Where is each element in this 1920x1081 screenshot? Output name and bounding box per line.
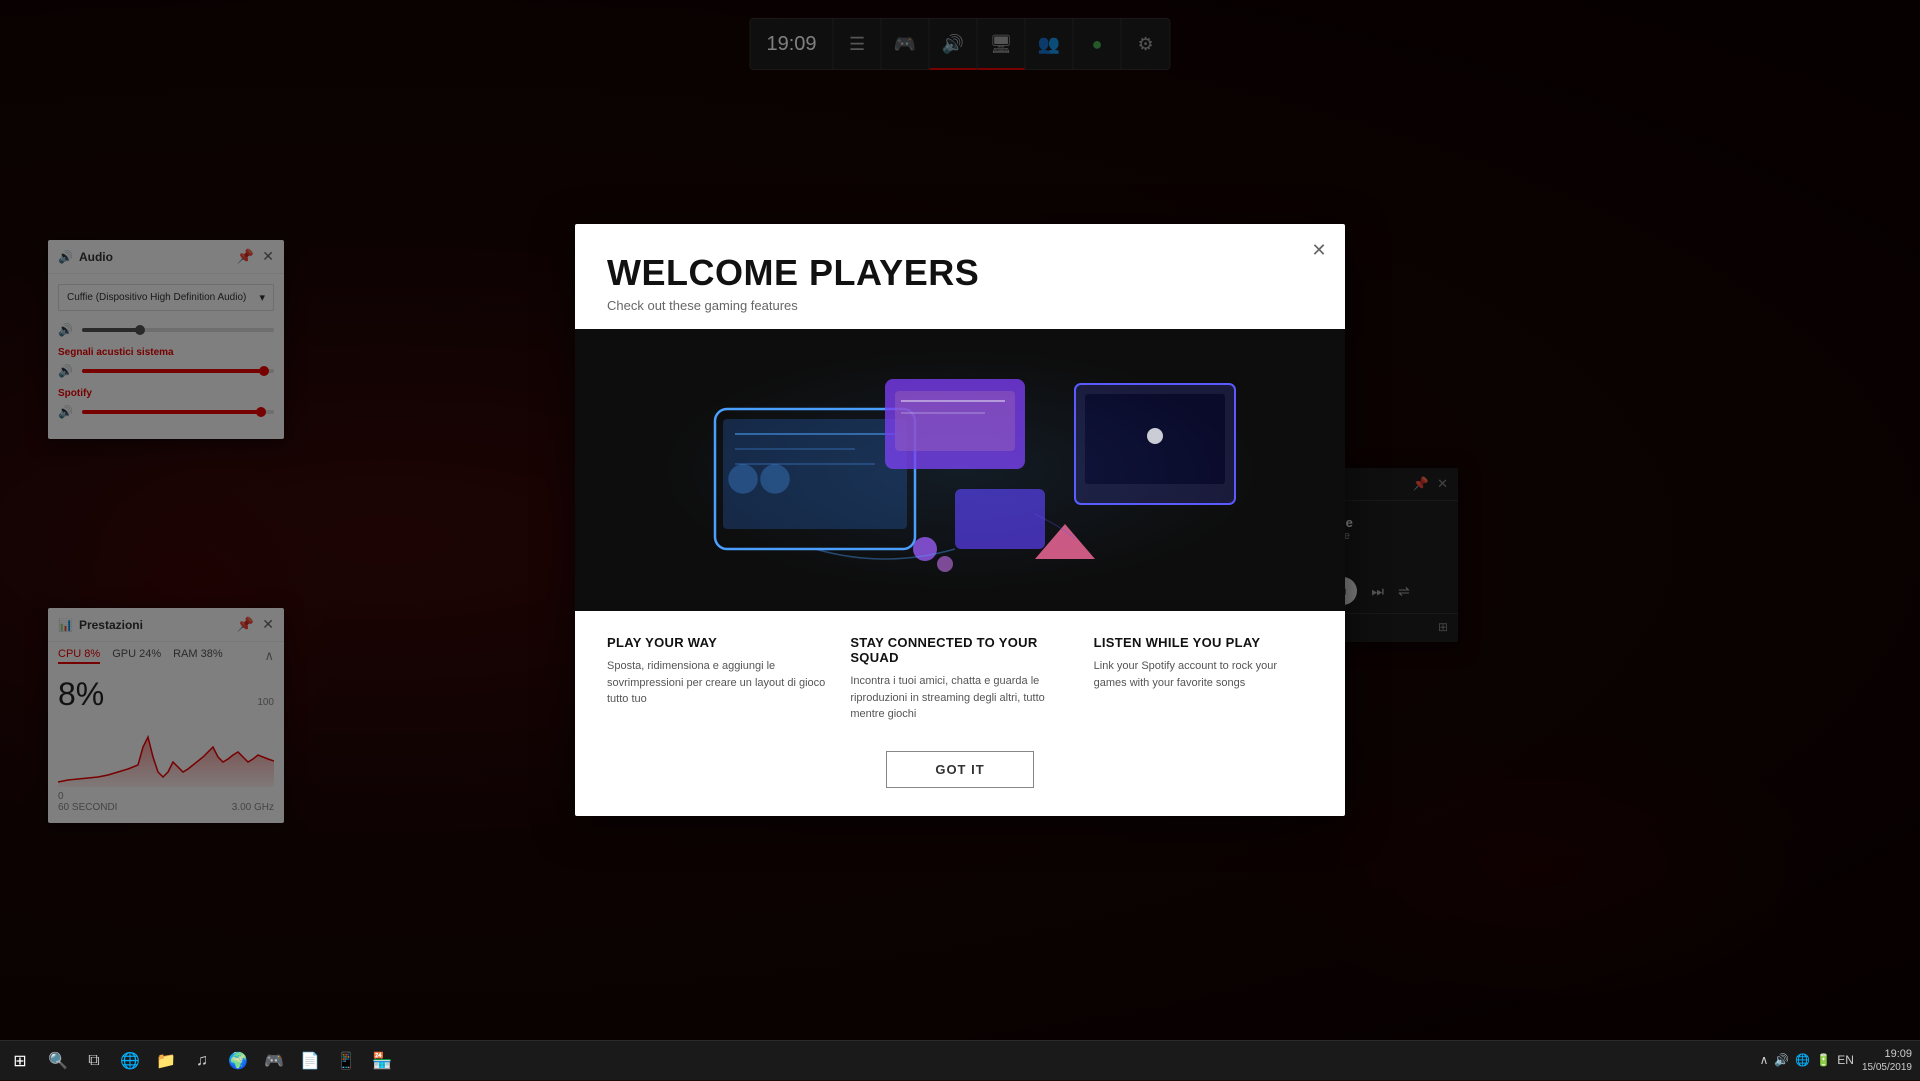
spotify-taskbar-icon[interactable]: ♫ xyxy=(184,1041,220,1081)
store-icon[interactable]: 🏪 xyxy=(364,1041,400,1081)
systray-battery[interactable]: 🔋 xyxy=(1816,1053,1831,1067)
game-bar-taskbar-icon[interactable]: 🎮 xyxy=(256,1041,292,1081)
systray-network[interactable]: 🌐 xyxy=(1795,1053,1810,1067)
browser2-icon[interactable]: 🌍 xyxy=(220,1041,256,1081)
edge-icon[interactable]: 🌐 xyxy=(112,1041,148,1081)
modal-features: PLAY YOUR WAY Sposta, ridimensiona e agg… xyxy=(575,611,1345,747)
modal-overlay: ✕ WELCOME PLAYERS Check out these gaming… xyxy=(0,0,1920,1080)
feature-3: LISTEN WHILE YOU PLAY Link your Spotify … xyxy=(1094,635,1313,723)
feature-3-title: LISTEN WHILE YOU PLAY xyxy=(1094,635,1313,650)
modal-hero-image xyxy=(575,329,1345,611)
taskbar-clock[interactable]: 19:09 15/05/2019 xyxy=(1862,1047,1912,1074)
feature-2: STAY CONNECTED TO YOUR SQUAD Incontra i … xyxy=(850,635,1069,723)
files-icon[interactable]: 📁 xyxy=(148,1041,184,1081)
feature-1-title: PLAY YOUR WAY xyxy=(607,635,826,650)
feature-2-desc: Incontra i tuoi amici, chatta e guarda l… xyxy=(850,673,1069,723)
feature-2-title: STAY CONNECTED TO YOUR SQUAD xyxy=(850,635,1069,665)
phone-icon[interactable]: 📱 xyxy=(328,1041,364,1081)
feature-1-desc: Sposta, ridimensiona e aggiungi le sovri… xyxy=(607,658,826,708)
start-button[interactable]: ⊞ xyxy=(0,1041,40,1081)
taskbar-time: 19:09 xyxy=(1862,1047,1912,1061)
taskbar-right: ∧ 🔊 🌐 🔋 EN 19:09 15/05/2019 xyxy=(1760,1047,1920,1074)
search-button[interactable]: 🔍 xyxy=(40,1041,76,1081)
systray-expand[interactable]: ∧ xyxy=(1760,1053,1769,1067)
systray-sound[interactable]: 🔊 xyxy=(1774,1053,1789,1067)
modal-subtitle: Check out these gaming features xyxy=(607,298,1313,313)
doc-icon[interactable]: 📄 xyxy=(292,1041,328,1081)
taskbar-date: 15/05/2019 xyxy=(1862,1061,1912,1074)
feature-1: PLAY YOUR WAY Sposta, ridimensiona e agg… xyxy=(607,635,826,723)
modal-close-btn[interactable]: ✕ xyxy=(1307,238,1331,262)
welcome-modal: ✕ WELCOME PLAYERS Check out these gaming… xyxy=(575,224,1345,816)
systray: ∧ 🔊 🌐 🔋 EN xyxy=(1760,1053,1854,1067)
systray-lang[interactable]: EN xyxy=(1837,1053,1854,1067)
modal-title: WELCOME PLAYERS xyxy=(607,252,1313,294)
modal-footer: GOT IT xyxy=(575,747,1345,816)
got-it-button[interactable]: GOT IT xyxy=(886,751,1033,788)
task-view-button[interactable]: ⧉ xyxy=(76,1041,112,1081)
taskbar: ⊞ 🔍 ⧉ 🌐 📁 ♫ 🌍 🎮 📄 📱 🏪 ∧ 🔊 🌐 🔋 EN 19:09 1… xyxy=(0,1040,1920,1080)
feature-3-desc: Link your Spotify account to rock your g… xyxy=(1094,658,1313,691)
modal-header: WELCOME PLAYERS Check out these gaming f… xyxy=(575,224,1345,329)
